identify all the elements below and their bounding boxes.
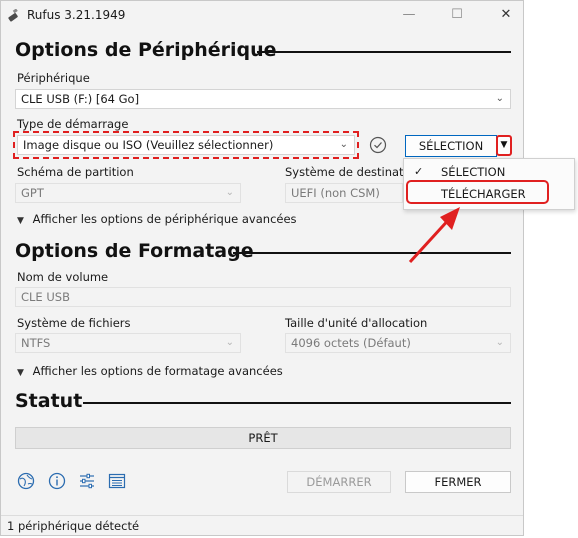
select-button[interactable]: SÉLECTION bbox=[405, 135, 497, 157]
log-icon[interactable] bbox=[108, 472, 126, 490]
annotation-arrow bbox=[408, 207, 460, 264]
globe-icon[interactable] bbox=[17, 472, 35, 490]
section-divider bbox=[83, 402, 511, 404]
format-options-title: Options de Formatage bbox=[15, 240, 254, 262]
target-system-value: UEFI (non CSM) bbox=[291, 186, 380, 200]
device-count-status: 1 périphérique détecté bbox=[7, 519, 140, 533]
settings-sliders-icon[interactable] bbox=[78, 472, 96, 490]
chevron-down-icon: ⌄ bbox=[225, 337, 234, 348]
volume-name-input[interactable]: CLE USB bbox=[15, 287, 511, 307]
usb-drive-icon bbox=[8, 9, 18, 22]
close-button[interactable]: FERMER bbox=[405, 471, 511, 493]
cluster-size-select[interactable]: 4096 octets (Défaut) ⌄ bbox=[285, 333, 511, 353]
boot-type-label: Type de démarrage bbox=[17, 117, 129, 131]
status-progress-bar: PRÊT bbox=[15, 427, 511, 449]
minimize-button[interactable]: — bbox=[399, 6, 419, 24]
target-system-select[interactable]: UEFI (non CSM) bbox=[285, 183, 403, 203]
maximize-button[interactable]: ☐ bbox=[447, 6, 467, 24]
close-window-button[interactable]: ✕ bbox=[496, 6, 516, 24]
start-button[interactable]: DÉMARRER bbox=[287, 471, 391, 493]
chevron-down-icon: ⌄ bbox=[495, 337, 504, 348]
status-bar-divider bbox=[1, 515, 523, 516]
format-advanced-label: Afficher les options de formatage avancé… bbox=[32, 364, 283, 378]
window-title: Rufus 3.21.1949 bbox=[27, 8, 126, 22]
select-dropdown-arrow-button[interactable]: ▼ bbox=[496, 135, 512, 156]
partition-value: GPT bbox=[21, 186, 44, 200]
boot-type-annotation bbox=[13, 131, 359, 159]
file-system-value: NTFS bbox=[21, 336, 51, 350]
target-system-label: Système de destination bbox=[285, 165, 422, 179]
chevron-down-icon: ⌄ bbox=[495, 93, 504, 104]
status-title: Statut bbox=[15, 390, 83, 412]
file-system-select[interactable]: NTFS ⌄ bbox=[15, 333, 241, 353]
device-label: Périphérique bbox=[17, 71, 90, 85]
device-value: CLE USB (F:) [64 Go] bbox=[21, 92, 140, 106]
section-divider bbox=[257, 51, 511, 53]
device-select[interactable]: CLE USB (F:) [64 Go] ⌄ bbox=[15, 89, 511, 109]
file-system-label: Système de fichiers bbox=[17, 316, 131, 330]
check-circle-icon[interactable] bbox=[369, 136, 387, 154]
volume-label: Nom de volume bbox=[17, 270, 109, 284]
chevron-down-icon: ▼ bbox=[17, 216, 24, 226]
cluster-size-value: 4096 octets (Défaut) bbox=[291, 336, 411, 350]
chevron-down-icon: ⌄ bbox=[225, 187, 234, 198]
volume-name-value: CLE USB bbox=[21, 290, 70, 304]
chevron-down-icon: ▼ bbox=[17, 368, 24, 378]
partition-label: Schéma de partition bbox=[17, 165, 134, 179]
device-advanced-label: Afficher les options de périphérique ava… bbox=[32, 212, 297, 226]
format-advanced-toggle[interactable]: ▼ Afficher les options de formatage avan… bbox=[17, 364, 283, 378]
info-icon[interactable] bbox=[48, 472, 66, 490]
device-advanced-toggle[interactable]: ▼ Afficher les options de périphérique a… bbox=[17, 212, 297, 226]
title-bar: Rufus 3.21.1949 — ☐ ✕ bbox=[1, 1, 523, 31]
device-options-title: Options de Périphérique bbox=[15, 39, 277, 61]
partition-select[interactable]: GPT ⌄ bbox=[15, 183, 241, 203]
cluster-size-label: Taille d'unité d'allocation bbox=[285, 316, 428, 330]
